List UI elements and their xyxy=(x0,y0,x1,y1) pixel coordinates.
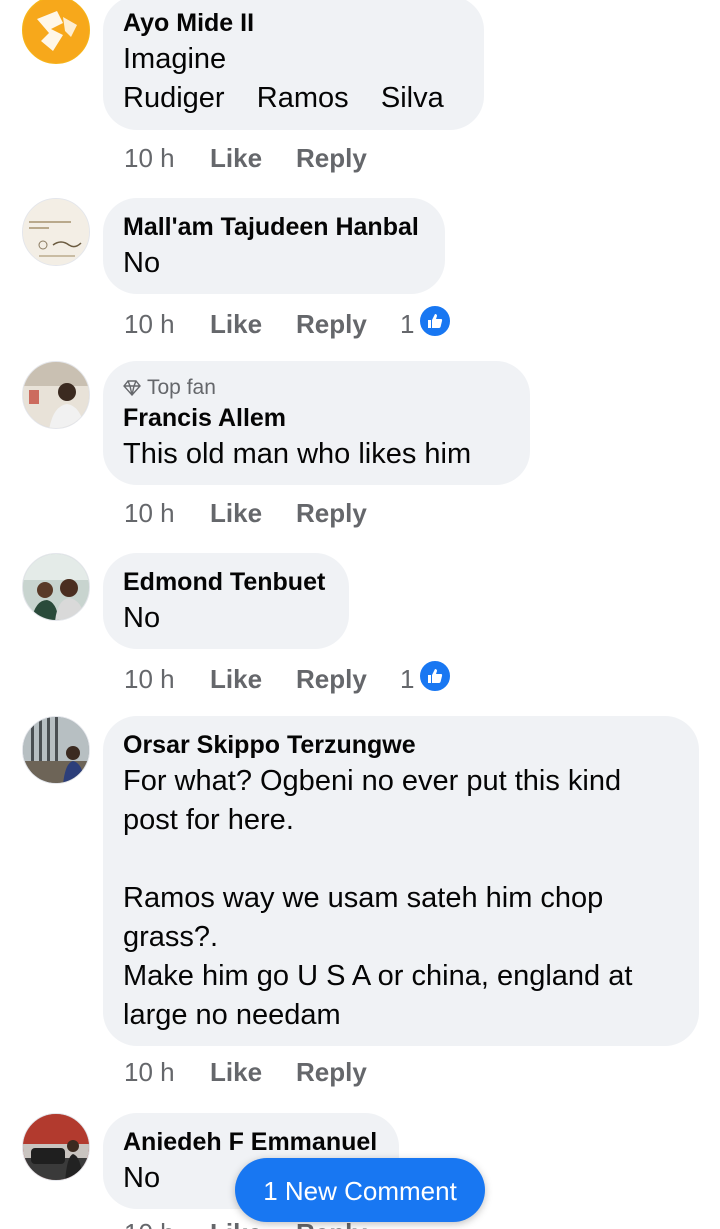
thumbs-up-icon xyxy=(418,304,453,338)
comment-actions: 10 hLikeReply xyxy=(124,141,400,175)
comment-text: No xyxy=(123,602,161,634)
comment-timestamp[interactable]: 10 h xyxy=(124,307,210,341)
reply-button[interactable]: Reply xyxy=(296,307,400,341)
comment-actions: 10 hLikeReply xyxy=(124,1055,400,1089)
avatar[interactable] xyxy=(22,553,90,621)
like-button[interactable]: Like xyxy=(210,307,296,341)
comment-author[interactable]: Francis Allem xyxy=(123,401,510,435)
comment-author[interactable]: Mall'am Tajudeen Hanbal xyxy=(123,210,425,244)
reply-button[interactable]: Reply xyxy=(296,141,400,175)
comment-text: No xyxy=(123,247,161,279)
comment-timestamp[interactable]: 10 h xyxy=(124,1216,210,1229)
comment-actions: 10 h Like Reply 1 xyxy=(124,659,453,696)
comment-text: Imagine Rudiger Ramos Silva xyxy=(123,43,444,114)
comment-text: This old man who likes him xyxy=(123,438,472,470)
comment-timestamp[interactable]: 10 h xyxy=(124,662,210,696)
avatar[interactable] xyxy=(22,0,90,64)
like-button[interactable]: Like xyxy=(210,496,296,530)
comment-actions: 10 h Like Reply 1 xyxy=(124,304,453,341)
avatar[interactable] xyxy=(22,1113,90,1181)
comment-bubble: Top fan Francis Allem This old man who l… xyxy=(103,361,530,485)
like-button[interactable]: Like xyxy=(210,1055,296,1089)
comment-timestamp[interactable]: 10 h xyxy=(124,1055,210,1089)
thumbs-up-icon xyxy=(418,659,453,693)
comment-timestamp[interactable]: 10 h xyxy=(124,496,210,530)
comment-author[interactable]: Ayo Mide II xyxy=(123,6,464,40)
avatar[interactable] xyxy=(22,198,90,266)
reply-button[interactable]: Reply xyxy=(296,662,400,696)
top-fan-badge: Top fan xyxy=(123,375,510,401)
comment-text: For what? Ogbeni no ever put this kind p… xyxy=(123,765,633,1031)
comment-author[interactable]: Aniedeh F Emmanuel xyxy=(123,1125,379,1159)
comment-bubble: Mall'am Tajudeen Hanbal No xyxy=(103,198,445,294)
like-button[interactable]: Like xyxy=(210,662,296,696)
comment-author[interactable]: Orsar Skippo Terzungwe xyxy=(123,728,679,762)
reaction-count[interactable]: 1 xyxy=(400,304,453,341)
comment-bubble: Edmond Tenbuet No xyxy=(103,553,349,649)
comment-bubble: Orsar Skippo Terzungwe For what? Ogbeni … xyxy=(103,716,699,1046)
diamond-icon xyxy=(123,380,141,397)
like-button[interactable]: Like xyxy=(210,141,296,175)
comment-actions: 10 hLikeReply xyxy=(124,496,400,530)
reply-button[interactable]: Reply xyxy=(296,496,400,530)
new-comment-button[interactable]: 1 New Comment xyxy=(235,1158,485,1222)
comment-author[interactable]: Edmond Tenbuet xyxy=(123,565,329,599)
avatar[interactable] xyxy=(22,716,90,784)
avatar[interactable] xyxy=(22,361,90,429)
reaction-count[interactable]: 1 xyxy=(400,659,453,696)
reply-button[interactable]: Reply xyxy=(296,1055,400,1089)
comment-timestamp[interactable]: 10 h xyxy=(124,141,210,175)
comment-bubble: Ayo Mide II Imagine Rudiger Ramos Silva xyxy=(103,0,484,130)
